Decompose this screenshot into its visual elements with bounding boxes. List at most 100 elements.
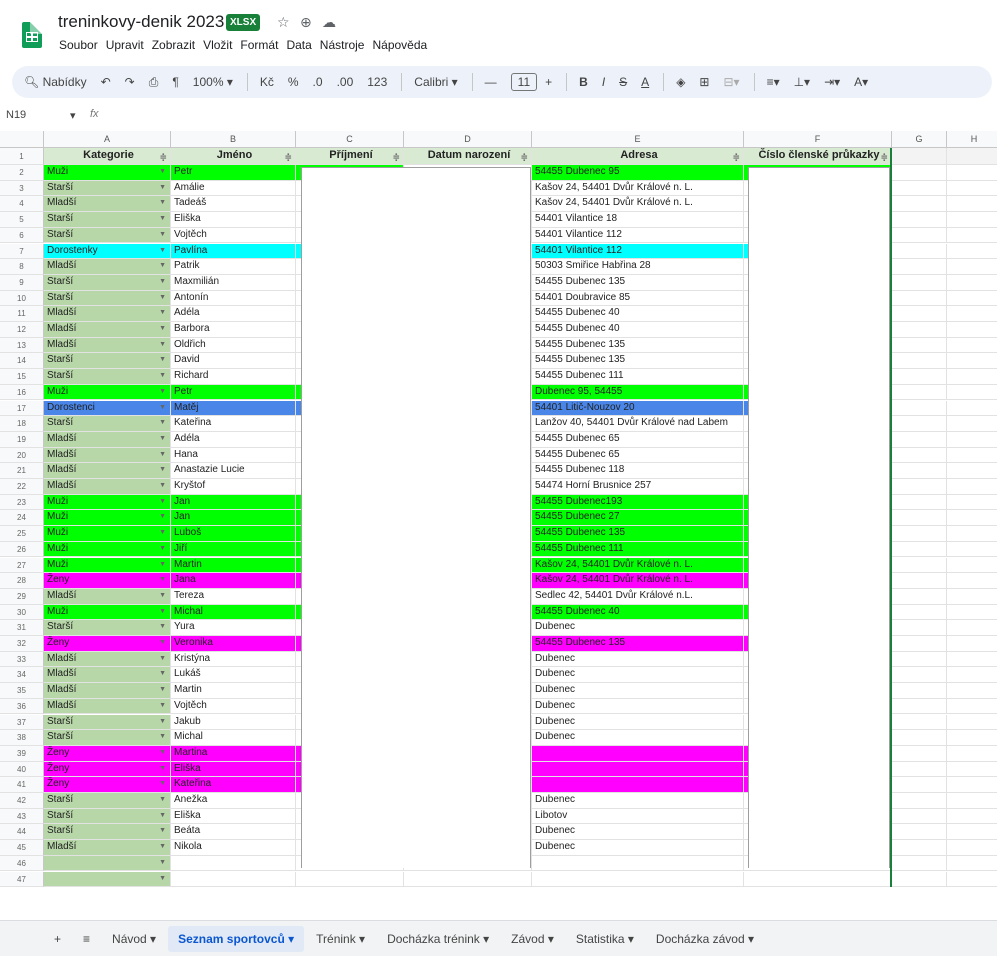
empty-cell[interactable]	[947, 667, 997, 684]
row-header[interactable]: 12	[0, 322, 44, 338]
empty-cell[interactable]	[892, 573, 947, 589]
zoom-select[interactable]: 100% ▾	[193, 75, 233, 89]
row-header[interactable]: 37	[0, 714, 44, 731]
sheet-tab[interactable]: Návod ▾	[102, 926, 166, 952]
font-family-select[interactable]: Calibri ▾	[414, 75, 457, 89]
dropdown-arrow-icon[interactable]: ▼	[159, 228, 166, 241]
all-sheets-menu-icon[interactable]: ≡	[73, 926, 100, 952]
empty-cell[interactable]	[892, 463, 947, 479]
empty-cell[interactable]	[947, 291, 997, 307]
bold-button[interactable]: B	[579, 75, 588, 89]
column-header[interactable]: E	[532, 131, 744, 148]
empty-cell[interactable]	[947, 856, 997, 872]
dropdown-arrow-icon[interactable]: ▼	[159, 526, 166, 539]
first-name-cell[interactable]: Martin	[171, 557, 296, 574]
first-name-cell[interactable]: Tadeáš	[171, 196, 296, 213]
strikethrough-button[interactable]: S	[619, 75, 627, 89]
first-name-cell[interactable]: Nikola	[171, 840, 296, 856]
first-name-cell[interactable]: Petr	[171, 165, 296, 181]
category-cell[interactable]: Dorostenci ▼	[44, 400, 171, 417]
row-header[interactable]: 40	[0, 761, 44, 778]
empty-cell[interactable]	[892, 526, 947, 542]
sheet-tab[interactable]: Docházka závod ▾	[646, 926, 764, 952]
category-cell[interactable]: Mladší ▼	[44, 431, 171, 448]
category-cell[interactable]: Muži ▼	[44, 510, 171, 527]
percent-format-button[interactable]: %	[288, 75, 299, 89]
filter-icon[interactable]: ≑	[880, 150, 888, 164]
first-name-cell[interactable]: Maxmilián	[171, 274, 296, 291]
first-name-cell[interactable]: Beáta	[171, 824, 296, 841]
first-name-cell[interactable]: Yura	[171, 620, 296, 636]
first-name-cell[interactable]: Kateřina	[171, 416, 296, 432]
empty-cell[interactable]	[892, 793, 947, 809]
empty-cell[interactable]	[947, 589, 997, 605]
row-header[interactable]: 10	[0, 290, 44, 307]
increase-font-size-button[interactable]: +	[545, 75, 552, 89]
menu-item[interactable]: Nástroje	[319, 38, 366, 52]
address-cell[interactable]: Sedlec 42, 54401 Dvůr Králové n.L.	[532, 588, 744, 605]
first-name-cell[interactable]	[171, 855, 296, 872]
empty-cell[interactable]	[947, 416, 997, 432]
row-header[interactable]: 45	[0, 840, 44, 856]
dropdown-arrow-icon[interactable]: ▼	[159, 620, 166, 633]
dropdown-arrow-icon[interactable]: ▼	[159, 369, 166, 382]
first-name-cell[interactable]: Vojtěch	[171, 698, 296, 715]
dropdown-arrow-icon[interactable]: ▼	[159, 196, 166, 209]
address-cell[interactable]: Dubenec	[532, 620, 744, 636]
category-cell[interactable]: ▼	[44, 871, 171, 888]
empty-cell[interactable]	[892, 761, 947, 778]
empty-cell[interactable]	[947, 259, 997, 275]
empty-cell[interactable]	[892, 588, 947, 605]
cloud-status-icon[interactable]: ☁	[322, 14, 336, 31]
dropdown-arrow-icon[interactable]: ▼	[159, 212, 166, 225]
empty-cell[interactable]	[947, 573, 997, 589]
print-icon[interactable]: ⎙	[149, 75, 159, 90]
empty-cell[interactable]	[947, 746, 997, 762]
filter-icon[interactable]: ≑	[392, 150, 400, 164]
empty-cell[interactable]	[947, 840, 997, 856]
first-name-cell[interactable]: Kryštof	[171, 479, 296, 495]
address-cell[interactable]: 54455 Dubenec 111	[532, 369, 744, 385]
row-header[interactable]: 39	[0, 745, 44, 762]
empty-cell[interactable]	[892, 620, 947, 636]
menu-item[interactable]: Zobrazit	[151, 38, 196, 52]
empty-cell[interactable]	[947, 432, 997, 448]
address-cell[interactable]: Lanžov 40, 54401 Dvůr Králové nad Labem	[532, 416, 744, 432]
first-name-cell[interactable]: Michal	[171, 604, 296, 621]
row-header[interactable]: 38	[0, 730, 44, 746]
category-cell[interactable]: Starší ▼	[44, 714, 171, 731]
row-header[interactable]: 26	[0, 541, 44, 558]
empty-cell[interactable]	[947, 558, 997, 574]
menu-item[interactable]: Soubor	[58, 38, 99, 52]
row-header[interactable]: 44	[0, 824, 44, 841]
first-name-cell[interactable]: Tereza	[171, 588, 296, 605]
empty-cell[interactable]	[892, 165, 947, 181]
empty-cell[interactable]	[947, 148, 997, 165]
address-cell[interactable]: 54455 Dubenec 135	[532, 274, 744, 291]
dropdown-arrow-icon[interactable]: ▼	[159, 605, 166, 618]
column-header[interactable]: C	[296, 131, 404, 148]
address-cell[interactable]: 54455 Dubenec 135	[532, 353, 744, 370]
category-cell[interactable]: Muži ▼	[44, 494, 171, 511]
sheets-logo-icon[interactable]	[22, 22, 42, 48]
first-name-cell[interactable]: Hana	[171, 447, 296, 464]
category-cell[interactable]: Muži ▼	[44, 384, 171, 401]
empty-cell[interactable]	[892, 212, 947, 228]
italic-button[interactable]: I	[602, 75, 605, 89]
row-header[interactable]: 23	[0, 494, 44, 511]
header-cell[interactable]: Číslo členské průkazky ≑	[744, 148, 892, 165]
category-cell[interactable]: Mladší ▼	[44, 463, 171, 479]
category-cell[interactable]: Starší ▼	[44, 212, 171, 228]
row-header[interactable]: 22	[0, 479, 44, 495]
row-header[interactable]: 32	[0, 636, 44, 652]
category-cell[interactable]: Starší ▼	[44, 620, 171, 636]
address-cell[interactable]	[532, 745, 744, 762]
category-cell[interactable]: Starší ▼	[44, 824, 171, 841]
address-cell[interactable]: Dubenec	[532, 698, 744, 715]
menu-item[interactable]: Data	[285, 38, 312, 52]
empty-cell[interactable]	[947, 683, 997, 699]
empty-cell[interactable]	[892, 148, 947, 165]
empty-cell[interactable]	[892, 322, 947, 338]
row-header[interactable]: 35	[0, 683, 44, 699]
empty-cell[interactable]	[892, 651, 947, 668]
